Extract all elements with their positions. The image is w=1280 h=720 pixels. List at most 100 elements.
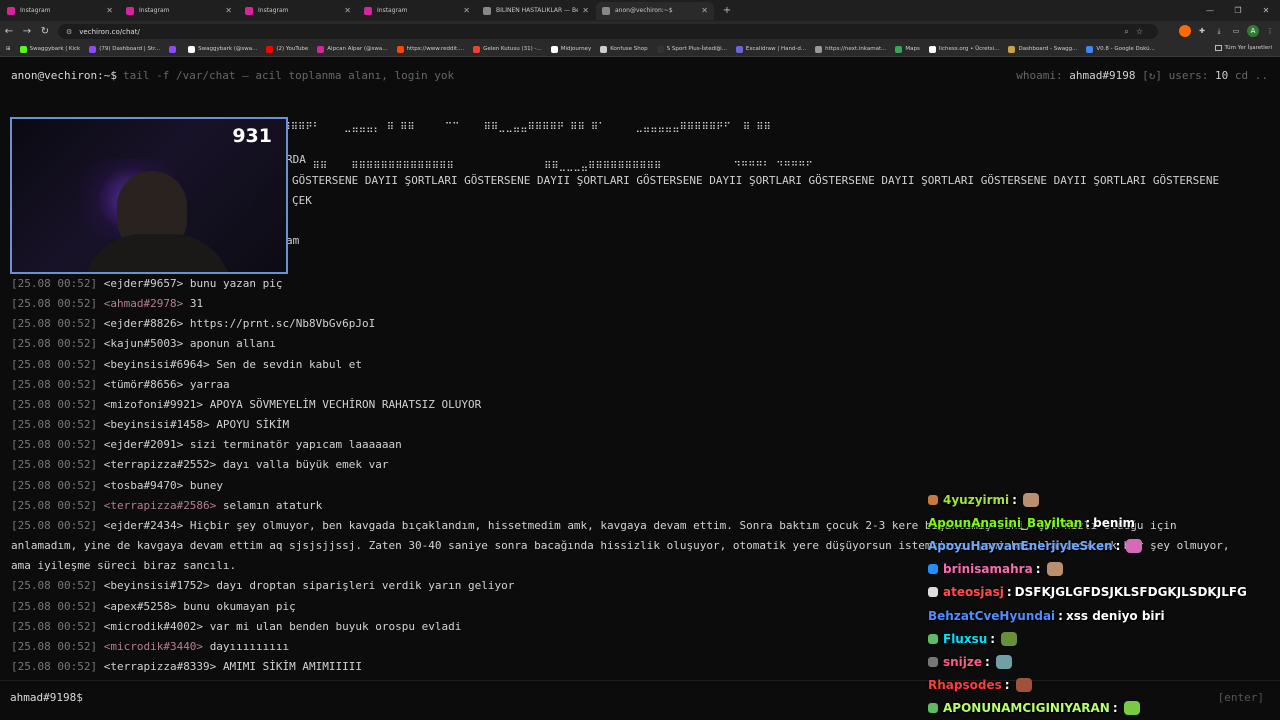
site-info-icon[interactable]: ⚙ (66, 28, 72, 36)
message-text: dayııııııııı (209, 639, 290, 653)
bookmark-label: https://www.reddit.... (406, 46, 465, 52)
terminal-prompt: anon@vechiron:~$ (11, 69, 117, 82)
bookmark-item[interactable]: Swaggybark | Kick (19, 45, 80, 53)
tab-close-icon[interactable]: ✕ (701, 6, 708, 15)
forward-icon[interactable]: → (18, 26, 36, 37)
bookmark-item[interactable]: (79) Dashboard | Str... (89, 45, 160, 53)
bookmark-item[interactable]: Alpcan Alpar (@swa... (317, 45, 388, 53)
zoom-icon[interactable]: ⌕ (1124, 27, 1135, 36)
input-prompt[interactable]: ahmad#9198$ (10, 691, 83, 704)
bookmark-item[interactable]: Excalidraw | Hand-d... (735, 45, 806, 53)
bookmark-item[interactable]: Swaggybark (@swa... (188, 45, 257, 53)
tab-close-icon[interactable]: ✕ (344, 6, 351, 15)
message-nick[interactable]: <ejder#9657> (104, 277, 183, 290)
bookmark-item[interactable]: lichess.org • Ücretsi... (928, 45, 999, 53)
tab-close-icon[interactable]: ✕ (463, 6, 470, 15)
chat-message: [25.08 00:52] <ejder#2091> sizi terminat… (11, 435, 1241, 455)
message-text: bunu okumayan piç (183, 599, 296, 613)
tab-favicon-icon (7, 6, 15, 15)
bookmark-item[interactable]: Midjourney (550, 45, 591, 53)
message-nick[interactable]: <ejder#8826> (104, 317, 183, 330)
bookmark-item[interactable]: https://next.inkamat... (815, 45, 886, 53)
bookmark-item[interactable]: Konfuse Shop (600, 45, 648, 53)
maximize-icon[interactable]: ❐ (1224, 6, 1252, 15)
message-nick[interactable]: <beyinsisi#1458> (104, 418, 210, 431)
stream-chat-message: snijze: (928, 650, 1278, 673)
tab-close-icon[interactable]: ✕ (582, 6, 589, 15)
browser-tab[interactable]: BİLİNEN HASTALIKLAR — Bede ✕ (477, 2, 595, 20)
message-text: sizi terminatör yapıcam laaaaaan (189, 438, 402, 452)
bookmark-favicon-icon (895, 45, 903, 53)
viewer-counter: 931 (232, 125, 272, 147)
message-nick[interactable]: <apex#5258> (104, 600, 177, 613)
bookmark-item[interactable]: S Sport Plus-İstediği... (656, 45, 727, 53)
reload-icon[interactable]: ↻ (36, 26, 54, 37)
chat-message: [25.08 00:52] <terrapizza#2552> dayı val… (11, 455, 1241, 475)
extension-icon[interactable] (1179, 25, 1191, 37)
browser-tab[interactable]: Instagram ✕ (1, 2, 119, 20)
profile-avatar-icon[interactable]: A (1247, 25, 1259, 37)
address-bar[interactable]: ⚙ vechiron.co/chat/ ⌕☆ (58, 24, 1158, 39)
chat-username: BehzatCveHyundai (928, 608, 1056, 623)
message-timestamp: [25.08 00:52] (11, 297, 98, 311)
message-timestamp: [25.08 00:52] (11, 478, 98, 492)
message-nick[interactable]: <microdik#3440> (104, 640, 203, 653)
message-nick[interactable]: <beyinsisi#6964> (104, 358, 210, 371)
chat-message: [25.08 00:52] <mizofoni#9921> APOYA SÖVM… (11, 395, 1241, 415)
menu-icon[interactable]: ⋮ (1264, 25, 1276, 37)
chat-emote-icon (1126, 538, 1143, 553)
message-nick[interactable]: <terrapizza#2586> (104, 499, 217, 512)
bookmark-item[interactable]: Dashboard - Swagg... (1008, 45, 1077, 53)
browser-tab[interactable]: anon@vechiron:~$ ✕ (596, 1, 714, 20)
terminal-command: tail -f /var/chat — acil toplanma alanı,… (122, 69, 455, 82)
bookmark-favicon-icon (735, 45, 743, 53)
bookmark-label: S Sport Plus-İstediği... (666, 46, 727, 52)
minimize-icon[interactable]: — (1196, 6, 1224, 15)
bookmark-item[interactable]: (2) YouTube (266, 45, 308, 53)
sidebar-icon[interactable]: ▭ (1230, 25, 1242, 37)
message-nick[interactable]: <mizofoni#9921> (104, 398, 203, 411)
bookmark-item[interactable]: https://www.reddit.... (396, 45, 465, 53)
message-timestamp: [25.08 00:52] (11, 498, 98, 512)
message-nick[interactable]: <tosba#9470> (104, 479, 183, 492)
message-nick[interactable]: <ahmad#2978> (104, 297, 183, 310)
message-nick[interactable]: <terrapizza#2552> (104, 458, 217, 471)
browser-tab-strip: Instagram ✕ Instagram ✕ Instagram ✕ Instagram ✕… (0, 0, 1280, 21)
puzzle-icon[interactable]: ✚ (1196, 25, 1208, 37)
tab-close-icon[interactable]: ✕ (225, 6, 232, 15)
message-nick[interactable]: <microdik#4002> (104, 620, 203, 633)
bookmark-star-icon[interactable]: ☆ (1136, 27, 1150, 36)
close-window-icon[interactable]: ✕ (1252, 6, 1280, 15)
message-text: yarraa (189, 377, 230, 391)
refresh-button[interactable]: [↻] (1142, 69, 1162, 82)
bookmark-item[interactable]: V0.8 - Google Dokü... (1086, 45, 1155, 53)
chat-message: [25.08 00:52] <ejder#9657> bunu yazan pi… (11, 274, 1241, 294)
cd-up-button[interactable]: cd .. (1235, 69, 1268, 82)
browser-tab[interactable]: Instagram ✕ (120, 2, 238, 20)
tab-close-icon[interactable]: ✕ (106, 6, 113, 15)
message-nick[interactable]: <terrapizza#8339> (104, 660, 217, 673)
browser-tab[interactable]: Instagram ✕ (239, 2, 357, 20)
bookmark-item[interactable] (169, 45, 179, 53)
message-timestamp: [25.08 00:52] (11, 418, 98, 432)
message-nick[interactable]: <ejder#2434> (104, 519, 183, 532)
bookmark-favicon-icon (815, 45, 823, 53)
bookmark-item[interactable]: Maps (895, 45, 920, 53)
bookmark-item[interactable]: Gelen Kutusu (31) -... (473, 45, 542, 53)
tab-favicon-icon (126, 6, 134, 15)
message-nick[interactable]: <tümör#8656> (104, 378, 183, 391)
bookmark-label: Gelen Kutusu (31) -... (483, 46, 542, 52)
message-nick[interactable]: <ejder#2091> (104, 438, 183, 451)
apps-icon[interactable]: ⊞ (6, 46, 11, 52)
folder-icon (1214, 45, 1222, 51)
chat-emote-icon (1015, 678, 1032, 693)
chat-emote-icon (1022, 492, 1039, 507)
message-nick[interactable]: <beyinsisi#1752> (104, 579, 210, 592)
all-bookmarks[interactable]: Tüm Yer İşaretleri (1214, 45, 1272, 51)
chat-username: brinisamahra (943, 562, 1033, 577)
message-nick[interactable]: <kajun#5003> (104, 337, 183, 350)
new-tab-button[interactable]: + (720, 4, 734, 18)
browser-tab[interactable]: Instagram ✕ (358, 2, 476, 20)
back-icon[interactable]: ← (0, 26, 18, 37)
download-icon[interactable]: ⤓ (1213, 25, 1225, 37)
